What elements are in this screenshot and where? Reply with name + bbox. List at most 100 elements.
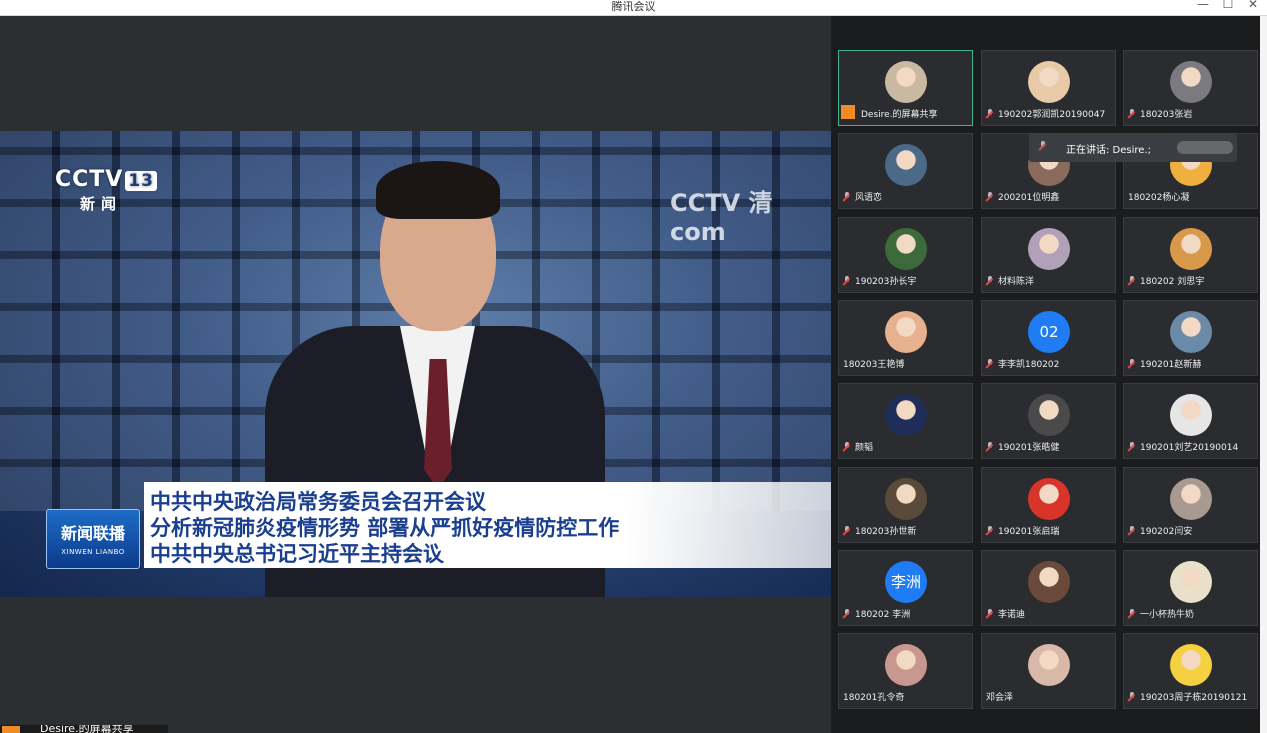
participant-name: 190203孙长宇 [843, 276, 916, 288]
avatar [1170, 228, 1212, 270]
participant-tile[interactable]: 190202郭润凯20190047 [981, 50, 1116, 126]
muted-mic-icon [1128, 609, 1136, 618]
participant-name: 200201位明鑫 [986, 192, 1059, 204]
avatar [885, 61, 927, 103]
participant-tile[interactable]: 190201赵新赫 [1123, 300, 1258, 376]
muted-mic-icon [986, 276, 994, 285]
muted-mic-icon [986, 526, 994, 535]
cctv13-logo: CCTV 13 [55, 167, 157, 192]
lower-third: 中共中央政治局常务委员会召开会议 分析新冠肺炎疫情形势 部署从严抓好疫情防控工作… [144, 482, 831, 568]
participant-tile[interactable]: 180203张岩 [1123, 50, 1258, 126]
avatar [1028, 61, 1070, 103]
avatar [885, 144, 927, 186]
avatar [1170, 561, 1212, 603]
close-button[interactable]: ✕ [1243, 0, 1263, 11]
muted-mic-icon [1128, 526, 1136, 535]
participant-tile[interactable]: 材料陈洋 [981, 217, 1116, 293]
avatar [1028, 561, 1070, 603]
channel-number: 13 [125, 171, 157, 191]
avatar [1028, 394, 1070, 436]
host-icon [841, 105, 855, 119]
avatar [885, 644, 927, 686]
minimize-button[interactable]: — [1193, 0, 1213, 11]
participant-name: 190201赵新赫 [1128, 359, 1201, 371]
avatar [1170, 394, 1212, 436]
participant-name: 180203孙世新 [843, 526, 916, 538]
avatar: 李洲 [885, 561, 927, 603]
avatar [1028, 644, 1070, 686]
participant-tile[interactable]: 李诺迪 [981, 550, 1116, 626]
participant-name: 李诺迪 [986, 609, 1025, 621]
participant-name: 180202杨心凝 [1128, 193, 1190, 203]
presenter-label: Desire.的屏幕共享 [0, 725, 168, 733]
participant-name: 190201张启瑞 [986, 526, 1059, 538]
muted-mic-icon [986, 192, 994, 201]
muted-mic-icon [986, 609, 994, 618]
participant-name: 190203周子栋20190121 [1128, 692, 1247, 704]
participant-name: 风语恋 [843, 192, 882, 204]
blurred-name [1177, 141, 1233, 154]
participant-name: 李李凯180202 [986, 359, 1059, 371]
anchor-hair [376, 161, 500, 219]
avatar [1170, 311, 1212, 353]
muted-mic-icon [986, 359, 994, 368]
muted-mic-icon [1128, 109, 1136, 118]
avatar [1170, 478, 1212, 520]
participant-tile[interactable]: 邓会泽 [981, 633, 1116, 709]
muted-mic-icon [1128, 359, 1136, 368]
participant-tile[interactable]: 02 李李凯180202 [981, 300, 1116, 376]
mic-icon [1039, 141, 1047, 150]
participant-tile[interactable]: 颜韬 [838, 383, 973, 459]
speaking-indicator: 正在讲话: Desire.; [1029, 133, 1237, 162]
avatar [885, 478, 927, 520]
xinwen-lianbo-logo: 新闻联播 XINWEN LIANBO [46, 509, 140, 569]
scrollbar[interactable] [1260, 16, 1267, 733]
participant-tile[interactable]: Desire.的屏幕共享 [838, 50, 973, 126]
muted-mic-icon [843, 609, 851, 618]
shared-screen: CCTV 13 新闻 CCTV 清 com 中共中央政治局常务委员会召开会议 分析… [0, 131, 831, 597]
participant-name: 邓会泽 [986, 693, 1014, 703]
avatar [885, 228, 927, 270]
headline-3: 中共中央总书记习近平主持会议 [150, 542, 444, 566]
channel-name: 新闻 [80, 195, 123, 213]
presenter-badge-icon [2, 726, 20, 733]
participant-tile[interactable]: 李洲 180202 李洲 [838, 550, 973, 626]
participant-name: 一小杯热牛奶 [1128, 609, 1194, 621]
participant-name: 190202郭润凯20190047 [986, 109, 1105, 121]
title-bar: 腾讯会议 — ☐ ✕ [0, 0, 1267, 16]
participant-tile[interactable]: 180201孔令奇 [838, 633, 973, 709]
muted-mic-icon [1128, 442, 1136, 451]
muted-mic-icon [843, 192, 851, 201]
participant-tile[interactable]: 190201刘艺20190014 [1123, 383, 1258, 459]
participant-tile[interactable]: 180203孙世新 [838, 467, 973, 543]
participant-name: 190201张皓健 [986, 442, 1059, 454]
muted-mic-icon [843, 442, 851, 451]
participant-name: 190201刘艺20190014 [1128, 442, 1238, 454]
participant-name: 颜韬 [843, 442, 873, 454]
participant-tile[interactable]: 190202闫安 [1123, 467, 1258, 543]
avatar [1170, 644, 1212, 686]
avatar [1028, 478, 1070, 520]
muted-mic-icon [1128, 276, 1136, 285]
participant-tile[interactable]: 190201张启瑞 [981, 467, 1116, 543]
participant-tile[interactable]: 190203周子栋20190121 [1123, 633, 1258, 709]
cctv-watermark: CCTV 清 com [670, 189, 773, 246]
participant-tile[interactable]: 190201张皓健 [981, 383, 1116, 459]
window-title: 腾讯会议 [611, 0, 656, 13]
muted-mic-icon [986, 109, 994, 118]
participant-name: 180203王艳博 [843, 360, 905, 370]
muted-mic-icon [843, 526, 851, 535]
participant-tile[interactable]: 风语恋 [838, 133, 973, 209]
participant-name: 190202闫安 [1128, 526, 1192, 538]
participant-name: Desire.的屏幕共享 [841, 105, 938, 121]
participant-tile[interactable]: 一小杯热牛奶 [1123, 550, 1258, 626]
avatar [885, 394, 927, 436]
avatar: 02 [1028, 311, 1070, 353]
muted-mic-icon [986, 442, 994, 451]
maximize-button[interactable]: ☐ [1218, 0, 1238, 11]
muted-mic-icon [1128, 692, 1136, 701]
participant-tile[interactable]: 180203王艳博 [838, 300, 973, 376]
participant-tile[interactable]: 180202 刘思宇 [1123, 217, 1258, 293]
participant-tile[interactable]: 190203孙长宇 [838, 217, 973, 293]
participant-name: 180201孔令奇 [843, 693, 905, 703]
